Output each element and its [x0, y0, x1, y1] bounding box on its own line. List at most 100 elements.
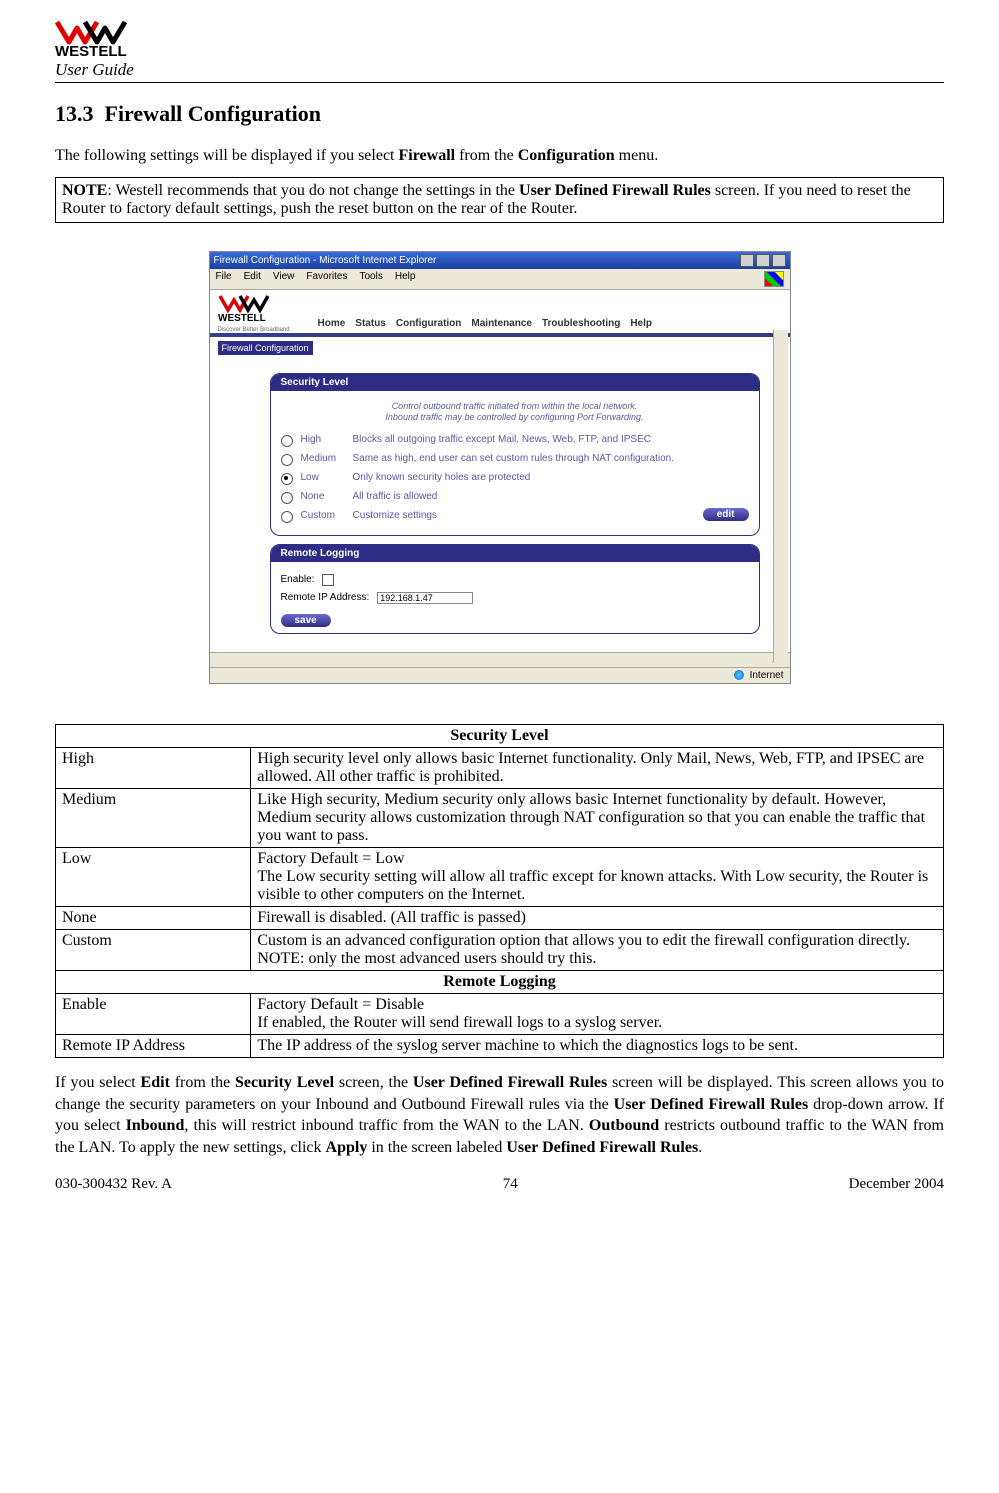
closing-text: screen, the [334, 1074, 413, 1091]
security-level-panel: Security Level Control outbound traffic … [270, 373, 760, 536]
option-medium-desc: Same as high, end user can set custom ru… [353, 453, 749, 464]
menu-edit[interactable]: Edit [244, 271, 261, 287]
option-low-label: Low [301, 472, 345, 483]
vertical-scrollbar[interactable] [773, 330, 788, 663]
router-nav: Home Status Configuration Maintenance Tr… [318, 318, 652, 333]
table-row: LowFactory Default = Low The Low securit… [56, 847, 944, 906]
westell-mini-logo-icon: WESTELL [218, 294, 298, 324]
row-high-desc: High security level only allows basic In… [251, 747, 944, 788]
radio-high[interactable] [281, 435, 293, 447]
minimize-icon[interactable] [740, 254, 754, 267]
brand-logo: WESTELL [55, 20, 944, 58]
enable-label: Enable: [281, 574, 315, 585]
closing-edit-bold: Edit [141, 1074, 170, 1091]
radio-none[interactable] [281, 492, 293, 504]
remote-logging-header: Remote Logging [271, 545, 759, 562]
browser-menu-bar: File Edit View Favorites Tools Help [210, 269, 790, 290]
westell-logo-icon: WESTELL [55, 20, 165, 58]
option-high-row[interactable]: High Blocks all outgoing traffic except … [281, 434, 749, 447]
row-custom-desc: Custom is an advanced configuration opti… [251, 929, 944, 970]
security-hint: Control outbound traffic initiated from … [281, 401, 749, 424]
brand-tagline: Discover Better Broadband [218, 327, 308, 333]
nav-configuration[interactable]: Configuration [396, 318, 462, 329]
hint-line-2: Inbound traffic may be controlled by con… [385, 412, 643, 422]
note-box: NOTE: Westell recommends that you do not… [55, 177, 944, 223]
intro-text-2: from the [455, 147, 518, 164]
radio-low[interactable] [281, 473, 293, 485]
page-footer: 030-300432 Rev. A 74 December 2004 [55, 1176, 944, 1193]
security-level-header: Security Level [271, 374, 759, 391]
table-row: EnableFactory Default = Disable If enabl… [56, 993, 944, 1034]
section-heading: 13.3 Firewall Configuration [55, 101, 944, 127]
remote-ip-label: Remote IP Address: [281, 592, 370, 603]
closing-outbound-bold: Outbound [589, 1117, 659, 1134]
hint-line-1: Control outbound traffic initiated from … [392, 401, 638, 411]
menu-help[interactable]: Help [395, 271, 416, 287]
closing-text: , this will restrict inbound traffic fro… [184, 1117, 589, 1134]
save-button[interactable]: save [281, 614, 331, 627]
intro-firewall-bold: Firewall [399, 147, 456, 164]
option-low-row[interactable]: Low Only known security holes are protec… [281, 472, 749, 485]
footer-page-number: 74 [503, 1176, 518, 1193]
closing-sl-bold: Security Level [235, 1074, 334, 1091]
remote-ip-input[interactable] [377, 592, 473, 604]
table-row: CustomCustom is an advanced configuratio… [56, 929, 944, 970]
maximize-icon[interactable] [756, 254, 770, 267]
radio-custom[interactable] [281, 511, 293, 523]
option-custom-row[interactable]: Custom Customize settings edit [281, 510, 749, 523]
nav-troubleshooting[interactable]: Troubleshooting [542, 318, 620, 329]
footer-right: December 2004 [849, 1176, 944, 1193]
radio-medium[interactable] [281, 454, 293, 466]
nav-help[interactable]: Help [630, 318, 652, 329]
close-icon[interactable] [772, 254, 786, 267]
closing-text: from the [170, 1074, 235, 1091]
nav-status[interactable]: Status [355, 318, 386, 329]
enable-row: Enable: [281, 574, 749, 586]
row-low-label: Low [56, 847, 251, 906]
menu-view[interactable]: View [273, 271, 295, 287]
option-custom-desc: Customize settings [353, 510, 749, 521]
reference-table: Security Level HighHigh security level o… [55, 724, 944, 1058]
note-text-1: : Westell recommends that you do not cha… [107, 182, 519, 199]
nav-maintenance[interactable]: Maintenance [471, 318, 532, 329]
edit-button[interactable]: edit [703, 508, 749, 521]
closing-udfr-bold: User Defined Firewall Rules [413, 1074, 607, 1091]
row-remoteip-label: Remote IP Address [56, 1034, 251, 1057]
intro-config-bold: Configuration [518, 147, 615, 164]
option-low-desc: Only known security holes are protected [353, 472, 749, 483]
table-row: NoneFirewall is disabled. (All traffic i… [56, 906, 944, 929]
closing-udfr2-bold: User Defined Firewall Rules [614, 1096, 809, 1113]
section-number: 13.3 [55, 101, 94, 126]
user-guide-label: User Guide [55, 60, 944, 80]
option-none-row[interactable]: None All traffic is allowed [281, 491, 749, 504]
row-medium-label: Medium [56, 788, 251, 847]
closing-text: . [698, 1139, 702, 1156]
table-row: MediumLike High security, Medium securit… [56, 788, 944, 847]
intro-paragraph: The following settings will be displayed… [55, 145, 944, 167]
closing-inbound-bold: Inbound [126, 1117, 185, 1134]
nav-home[interactable]: Home [318, 318, 346, 329]
menu-favorites[interactable]: Favorites [306, 271, 347, 287]
option-none-desc: All traffic is allowed [353, 491, 749, 502]
note-udfr-bold: User Defined Firewall Rules [519, 182, 711, 199]
row-medium-desc: Like High security, Medium security only… [251, 788, 944, 847]
option-high-desc: Blocks all outgoing traffic except Mail,… [353, 434, 749, 445]
row-low-desc: Factory Default = Low The Low security s… [251, 847, 944, 906]
internet-zone-icon [734, 670, 744, 680]
window-title: Firewall Configuration - Microsoft Inter… [214, 255, 437, 266]
option-medium-row[interactable]: Medium Same as high, end user can set cu… [281, 453, 749, 466]
closing-text: in the screen labeled [367, 1139, 506, 1156]
menu-tools[interactable]: Tools [359, 271, 382, 287]
footer-left: 030-300432 Rev. A [55, 1176, 172, 1193]
menu-file[interactable]: File [216, 271, 232, 287]
enable-checkbox[interactable] [322, 574, 334, 586]
option-medium-label: Medium [301, 453, 345, 464]
table-section-remote-logging: Remote Logging [56, 970, 944, 993]
browser-status-bar: Internet [210, 667, 790, 683]
closing-paragraph: If you select Edit from the Security Lev… [55, 1072, 944, 1158]
row-high-label: High [56, 747, 251, 788]
option-custom-label: Custom [301, 510, 345, 521]
svg-text:WESTELL: WESTELL [55, 43, 127, 58]
window-titlebar: Firewall Configuration - Microsoft Inter… [210, 252, 790, 269]
horizontal-scrollbar[interactable] [210, 652, 790, 667]
